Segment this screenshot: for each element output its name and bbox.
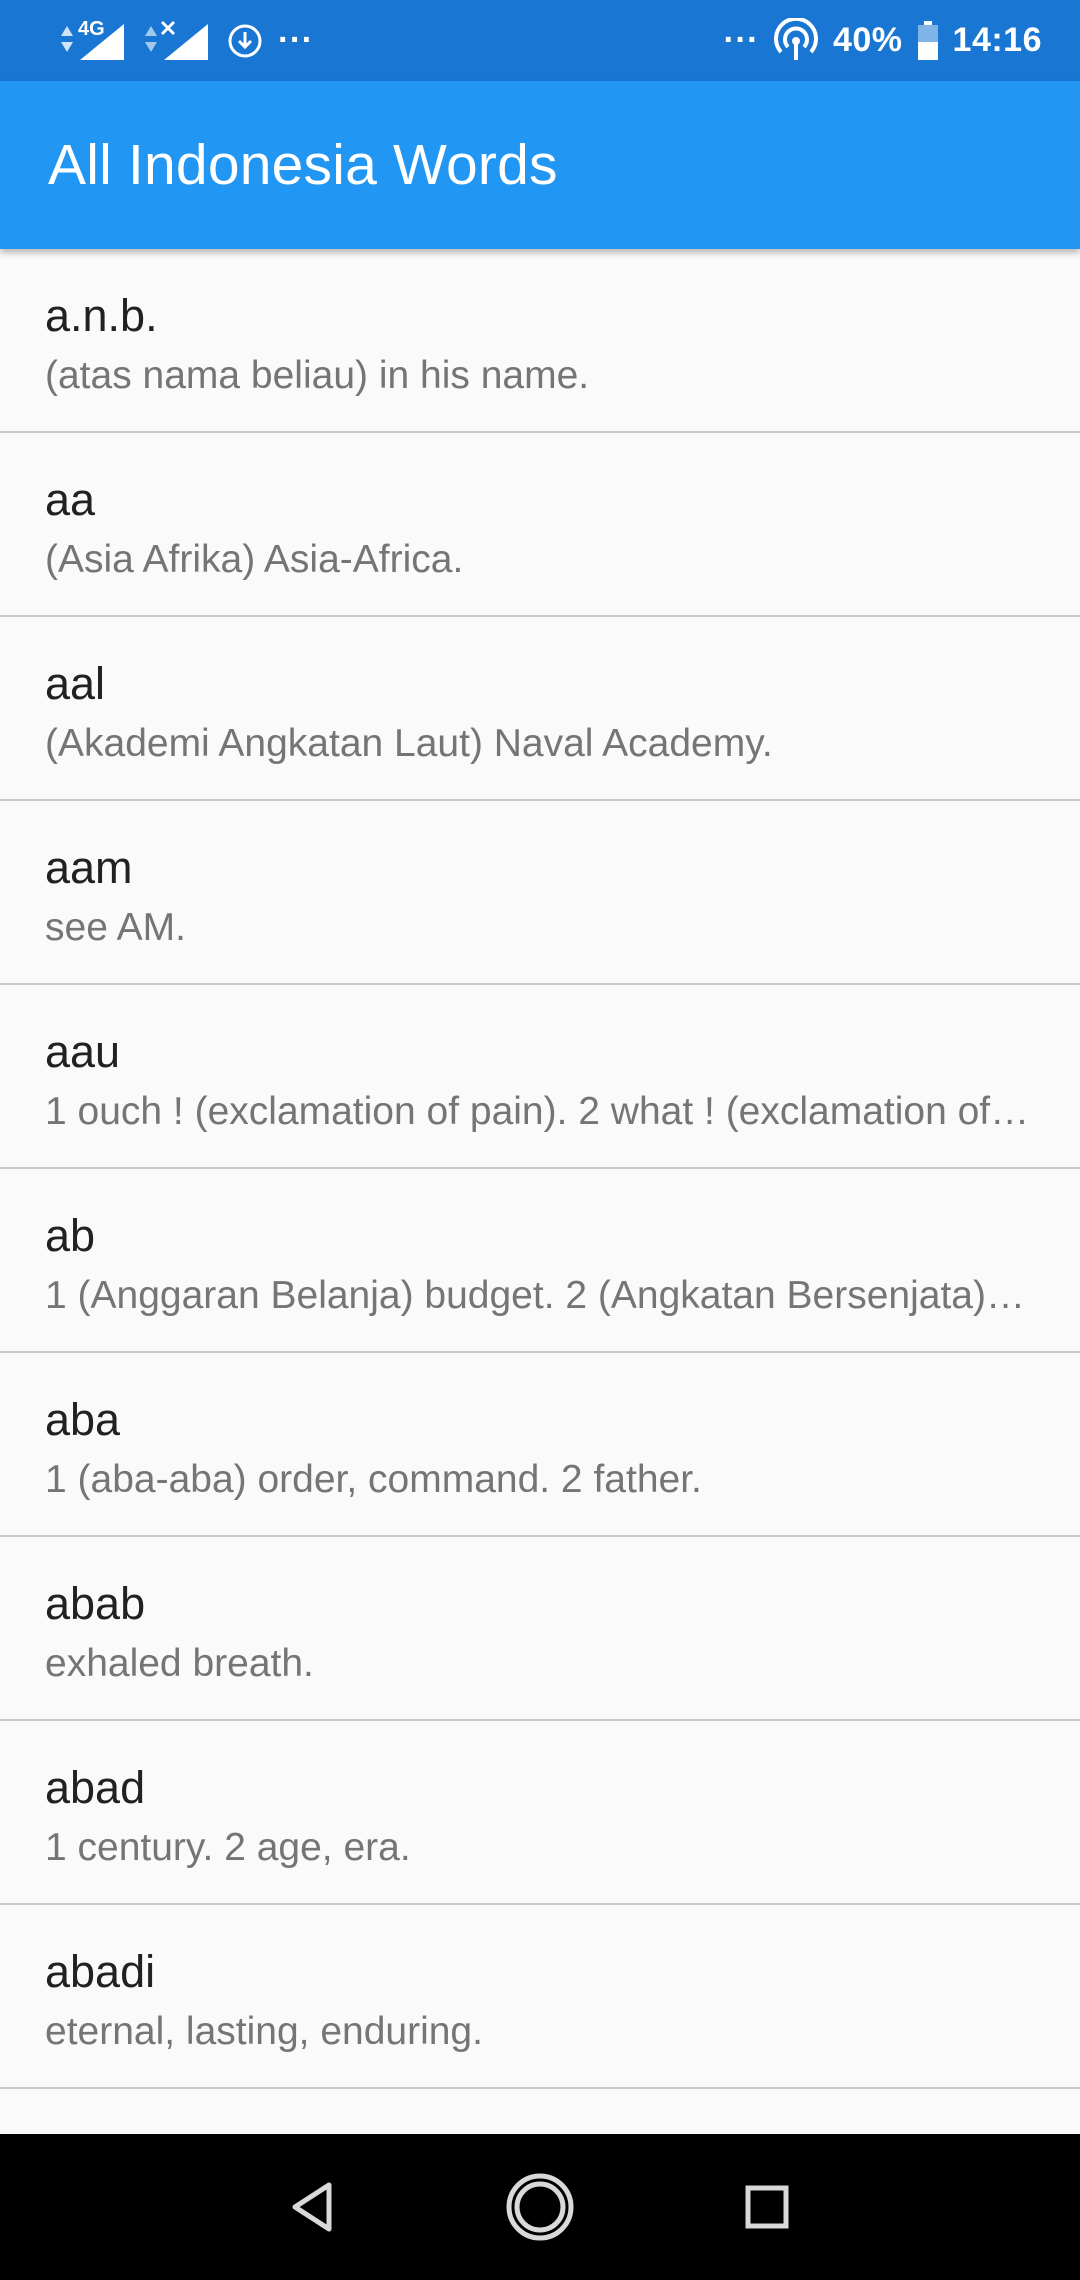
download-icon [226, 22, 264, 60]
status-bar-right: ··· 40% 14:16 [723, 17, 1043, 64]
word-title: aa [45, 474, 96, 525]
more-notifications-icon: ··· [278, 21, 314, 59]
clock: 14:16 [952, 21, 1042, 59]
word-title: aau [45, 1026, 121, 1077]
app-bar: All Indonesia Words [0, 81, 1080, 249]
word-list[interactable]: a.n.b. (atas nama beliau) in his name. aa (… [0, 249, 1080, 2133]
word-definition: 1 (Anggaran Belanja) budget. 2 (Angkatan… [45, 1274, 1035, 1317]
list-item[interactable]: aal (Akademi Angkatan Laut) Naval Academy… [0, 617, 1080, 801]
app-title: All Indonesia Words [48, 133, 558, 197]
word-title: abadi [45, 1946, 156, 1997]
signal-no-service-icon [142, 20, 212, 62]
hotspot-icon [773, 17, 819, 64]
list-item[interactable]: abad 1 century. 2 age, era. [0, 1721, 1080, 1905]
recents-button[interactable] [722, 2162, 812, 2252]
list-item[interactable]: aa (Asia Afrika) Asia-Africa. [0, 433, 1080, 617]
more-status-icon: ··· [723, 21, 759, 59]
word-definition: exhaled breath. [45, 1642, 314, 1685]
list-item[interactable]: aau 1 ouch ! (exclamation of pain). 2 wha… [0, 985, 1080, 1169]
signal-4g-icon: 4G [58, 17, 128, 62]
word-definition: (atas nama beliau) in his name. [45, 354, 590, 397]
network-type-label: 4G [78, 17, 105, 40]
word-definition: 1 (aba-aba) order, command. 2 father. [45, 1458, 702, 1501]
word-title: a.n.b. [45, 290, 158, 341]
home-circle-icon [506, 2173, 574, 2241]
home-button[interactable] [495, 2162, 585, 2252]
word-definition: 1 century. 2 age, era. [45, 1826, 411, 1869]
status-bar-left: 4G ··· [58, 17, 314, 62]
navigation-bar [0, 2134, 1080, 2280]
word-title: abad [45, 1762, 146, 1813]
word-definition: eternal, lasting, enduring. [45, 2010, 483, 2053]
recents-square-icon [745, 2185, 789, 2229]
word-definition: 1 ouch ! (exclamation of pain). 2 what !… [45, 1090, 1035, 1133]
list-item[interactable]: abab exhaled breath. [0, 1537, 1080, 1721]
list-item[interactable]: a.n.b. (atas nama beliau) in his name. [0, 249, 1080, 433]
battery-percent: 40% [832, 21, 903, 59]
word-title: abab [45, 1578, 146, 1629]
list-item[interactable]: abadi eternal, lasting, enduring. [0, 1905, 1080, 2089]
list-item[interactable]: aba 1 (aba-aba) order, command. 2 father. [0, 1353, 1080, 1537]
list-item[interactable]: ab 1 (Anggaran Belanja) budget. 2 (Angkat… [0, 1169, 1080, 1353]
word-title: aba [45, 1394, 121, 1445]
back-button[interactable] [268, 2162, 358, 2252]
word-title: ab [45, 1210, 96, 1261]
back-triangle-icon [292, 2182, 332, 2232]
word-definition: (Akademi Angkatan Laut) Naval Academy. [45, 722, 773, 765]
status-bar: 4G ··· ··· 40% 14:16 [0, 0, 1080, 81]
word-title: aam [45, 842, 133, 893]
word-definition: see AM. [45, 906, 186, 949]
word-title: aal [45, 658, 106, 709]
battery-icon [917, 20, 939, 61]
list-item[interactable]: aam see AM. [0, 801, 1080, 985]
word-definition: (Asia Afrika) Asia-Africa. [45, 538, 464, 581]
